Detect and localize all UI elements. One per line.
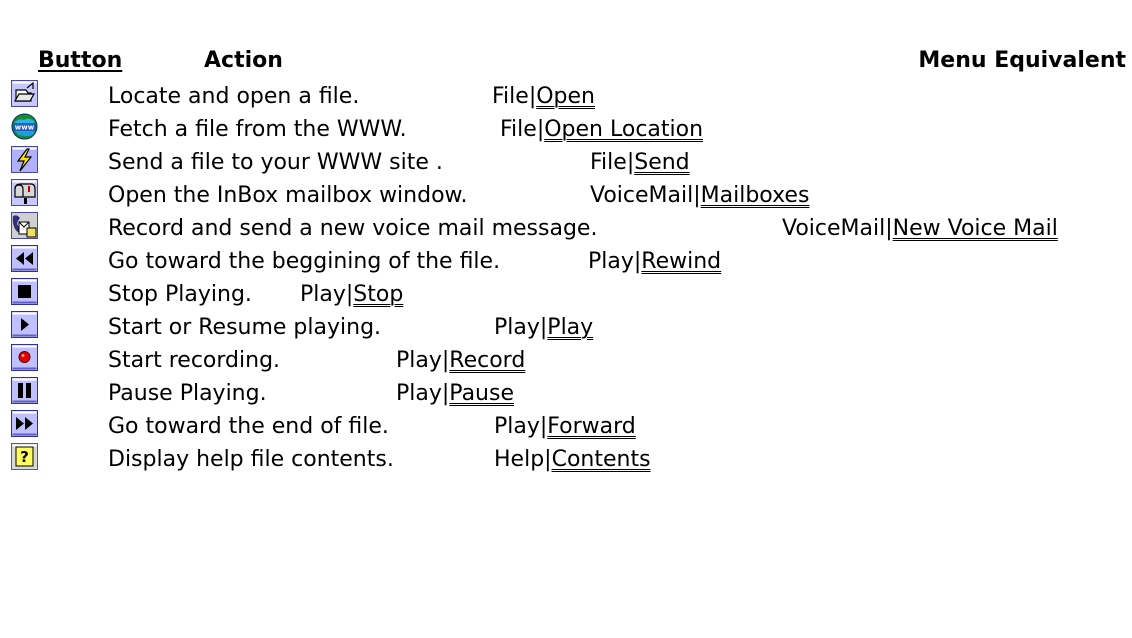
send-bolt-icon[interactable] — [11, 146, 38, 173]
table-row-forward: Go toward the end of file. Play|Forward — [0, 410, 1132, 443]
action-text: Send a file to your WWW site . — [108, 150, 443, 175]
menu-equivalent: Play|Rewind — [588, 248, 721, 276]
menu-prefix: VoiceMail| — [782, 216, 893, 241]
menu-equivalent: Help|Contents — [494, 446, 651, 474]
play-icon[interactable] — [11, 311, 38, 338]
table-row-contents: ? Display help file contents. Help|Conte… — [0, 443, 1132, 476]
table-row-send: Send a file to your WWW site . File|Send — [0, 146, 1132, 179]
table-row-play: Start or Resume playing. Play|Play — [0, 311, 1132, 344]
menu-prefix: Play| — [494, 414, 548, 439]
table-row-record: Start recording. Play|Record — [0, 344, 1132, 377]
menu-equivalent: VoiceMail|Mailboxes — [590, 182, 809, 210]
table-row-new-voice-mail: Record and send a new voice mail message… — [0, 212, 1132, 245]
menu-link-pause[interactable]: Pause — [449, 381, 514, 406]
menu-prefix: Play| — [588, 249, 642, 274]
menu-link-play[interactable]: Play — [547, 315, 593, 340]
svg-text:?: ? — [20, 448, 29, 466]
menu-link-rewind[interactable]: Rewind — [641, 249, 721, 274]
action-text: Go toward the beggining of the file. — [108, 249, 501, 274]
menu-equivalent: Play|Forward — [494, 413, 636, 441]
menu-link-record[interactable]: Record — [449, 348, 525, 373]
menu-link-stop[interactable]: Stop — [353, 282, 403, 307]
rewind-icon[interactable] — [11, 245, 38, 272]
menu-prefix: VoiceMail| — [590, 183, 701, 208]
menu-prefix: Play| — [494, 315, 548, 340]
table-row-mailboxes: Open the InBox mailbox window. VoiceMail… — [0, 179, 1132, 212]
menu-link-open[interactable]: Open — [536, 84, 595, 109]
menu-prefix: Help| — [494, 447, 552, 472]
action-text: Record and send a new voice mail message… — [108, 216, 598, 241]
menu-equivalent: Play|Play — [494, 314, 593, 342]
new-voicemail-icon[interactable] — [11, 212, 38, 239]
menu-link-new-voice-mail[interactable]: New Voice Mail — [893, 216, 1058, 241]
table-row-open-location: www Fetch a file from the WWW. File|Open… — [0, 113, 1132, 146]
menu-equivalent: File|Open Location — [500, 116, 703, 144]
stop-icon[interactable] — [11, 278, 38, 305]
menu-equivalent: VoiceMail|New Voice Mail — [782, 215, 1058, 243]
menu-prefix: Play| — [396, 348, 450, 373]
mailbox-icon[interactable] — [11, 179, 38, 206]
record-icon[interactable] — [11, 344, 38, 371]
menu-equivalent: File|Send — [590, 149, 690, 177]
header-action: Action — [204, 48, 283, 73]
header-menu-equivalent: Menu Equivalent — [918, 48, 1126, 73]
action-text: Locate and open a file. — [108, 84, 360, 109]
header-button: Button — [38, 48, 123, 73]
table-row-rewind: Go toward the beggining of the file. Pla… — [0, 245, 1132, 278]
action-text: Display help file contents. — [108, 447, 394, 472]
action-text: Start recording. — [108, 348, 281, 373]
action-text: Go toward the end of file. — [108, 414, 389, 439]
svg-text:www: www — [15, 124, 35, 132]
menu-equivalent: Play|Pause — [396, 380, 514, 408]
help-icon[interactable]: ? — [11, 443, 38, 470]
menu-prefix: Play| — [396, 381, 450, 406]
action-text: Fetch a file from the WWW. — [108, 117, 407, 142]
fast-forward-icon[interactable] — [11, 410, 38, 437]
www-globe-icon[interactable]: www — [11, 113, 38, 140]
menu-equivalent: File|Open — [492, 83, 595, 111]
action-text: Stop Playing. — [108, 282, 252, 307]
menu-link-mailboxes[interactable]: Mailboxes — [701, 183, 810, 208]
menu-prefix: File| — [500, 117, 545, 142]
menu-equivalent: Play|Stop — [300, 281, 403, 309]
menu-equivalent: Play|Record — [396, 347, 525, 375]
table-row-open: Locate and open a file. File|Open — [0, 80, 1132, 113]
menu-prefix: File| — [492, 84, 537, 109]
action-text: Pause Playing. — [108, 381, 267, 406]
menu-prefix: File| — [590, 150, 635, 175]
table-row-stop: Stop Playing. Play|Stop — [0, 278, 1132, 311]
menu-prefix: Play| — [300, 282, 354, 307]
menu-link-open-location[interactable]: Open Location — [544, 117, 703, 142]
menu-link-send[interactable]: Send — [634, 150, 689, 175]
open-file-icon[interactable] — [11, 80, 38, 107]
table-row-pause: Pause Playing. Play|Pause — [0, 377, 1132, 410]
menu-link-contents[interactable]: Contents — [552, 447, 651, 472]
menu-link-forward[interactable]: Forward — [547, 414, 635, 439]
action-text: Open the InBox mailbox window. — [108, 183, 468, 208]
action-text: Start or Resume playing. — [108, 315, 382, 340]
pause-icon[interactable] — [11, 377, 38, 404]
